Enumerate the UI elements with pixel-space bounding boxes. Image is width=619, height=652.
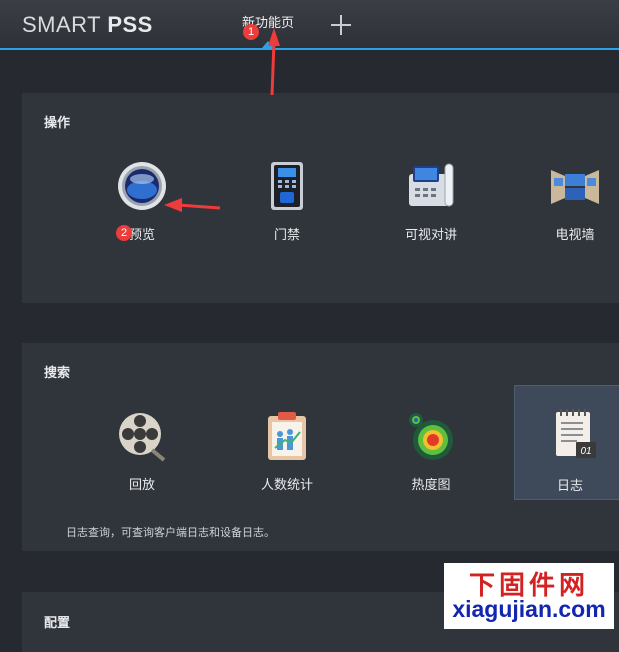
tile-label: 电视墙 (555, 228, 595, 243)
search-section-title: 搜索 (44, 366, 71, 381)
tile-heat-map[interactable]: 热度图 (377, 400, 485, 510)
tile-access-control[interactable]: 门禁 (233, 150, 341, 260)
heat-map-icon (409, 413, 453, 460)
tile-label: 日志 (556, 479, 583, 494)
tile-log[interactable]: 01 日志 (514, 385, 619, 500)
camera-lens-icon (118, 162, 166, 210)
tile-label: 人数统计 (260, 478, 313, 493)
annotation-marker-2: 2 (116, 225, 132, 241)
title-bar: SMART PSS 新功能页 (0, 0, 619, 50)
tile-label: 预览 (128, 228, 155, 243)
tile-tv-wall[interactable]: 电视墙 (521, 150, 619, 260)
logo-text-bold: PSS (107, 12, 153, 37)
search-description: 日志查询，可查询客户端日志和设备日志。 (66, 526, 275, 539)
tile-playback[interactable]: 回放 (88, 400, 196, 510)
svg-text:01: 01 (580, 446, 591, 457)
add-tab-button[interactable] (330, 14, 352, 36)
tile-label: 热度图 (411, 478, 451, 493)
access-control-icon (271, 162, 303, 210)
operation-section-title: 操作 (44, 116, 71, 131)
watermark-line2: xiagujian.com (452, 596, 606, 622)
people-counting-icon (268, 412, 306, 460)
tile-label: 可视对讲 (404, 228, 457, 243)
app-logo: SMART PSS (22, 12, 153, 38)
watermark: 下固件网 xiagujian.com (444, 563, 614, 629)
film-reel-icon (119, 413, 166, 462)
tile-label: 门禁 (273, 228, 300, 243)
tile-people-counting[interactable]: 人数统计 (233, 400, 341, 510)
tile-label: 回放 (128, 478, 155, 493)
video-intercom-phone-icon (409, 163, 454, 207)
tile-preview[interactable]: 预览 (88, 150, 196, 260)
logo-text-light: SMART (22, 12, 108, 37)
tv-wall-icon (551, 170, 599, 204)
config-section-title: 配置 (44, 616, 71, 631)
active-tab-indicator (262, 41, 274, 48)
tile-video-intercom[interactable]: 可视对讲 (377, 150, 485, 260)
log-notepad-icon: 01 (556, 409, 596, 458)
annotation-marker-1: 1 (243, 24, 259, 40)
